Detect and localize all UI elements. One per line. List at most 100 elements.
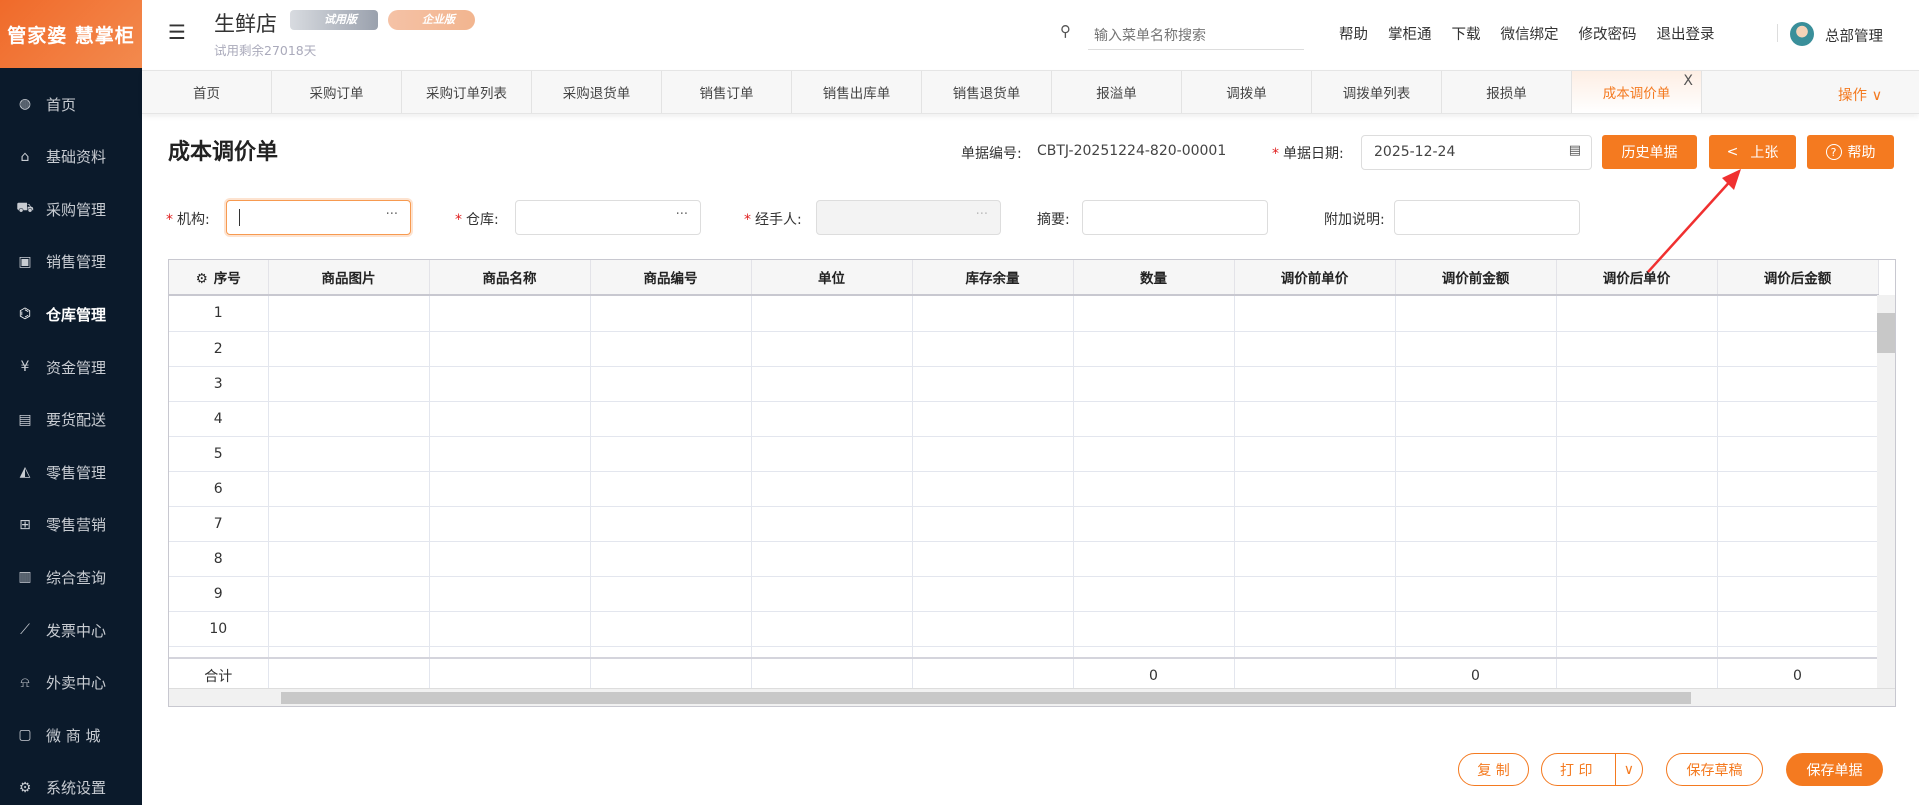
horizontal-scrollbar[interactable]: [169, 688, 1895, 706]
table-cell[interactable]: [1395, 436, 1557, 472]
table-row[interactable]: 4: [169, 401, 1878, 437]
table-cell[interactable]: [1234, 471, 1396, 507]
table-cell[interactable]: [1717, 611, 1878, 647]
table-cell[interactable]: [1073, 401, 1235, 437]
table-cell[interactable]: [1556, 331, 1718, 367]
tab[interactable]: 成本调价单 X: [1572, 71, 1702, 113]
table-cell[interactable]: [1395, 471, 1557, 507]
menu-search-input[interactable]: [1088, 20, 1304, 50]
table-cell[interactable]: [590, 401, 752, 437]
sidebar-item[interactable]: ⚙ 系统设置: [0, 768, 142, 808]
table-cell[interactable]: [590, 366, 752, 402]
table-cell[interactable]: [590, 576, 752, 612]
date-input[interactable]: 2025-12-24 ▤: [1361, 135, 1592, 170]
operate-menu[interactable]: 操作 ∨: [1838, 84, 1882, 105]
table-cell[interactable]: [1073, 471, 1235, 507]
table-cell[interactable]: [1234, 611, 1396, 647]
table-cell[interactable]: [1717, 296, 1878, 332]
sidebar-item[interactable]: ⛟ 采购管理: [0, 189, 142, 229]
copy-button[interactable]: 复 制: [1458, 753, 1529, 786]
tab[interactable]: 销售订单: [662, 71, 792, 113]
table-row[interactable]: 5: [169, 436, 1878, 472]
table-cell[interactable]: [1717, 366, 1878, 402]
note-input[interactable]: [1394, 200, 1580, 235]
table-cell[interactable]: [590, 436, 752, 472]
tab[interactable]: 采购退货单: [532, 71, 662, 113]
header-link[interactable]: 帮助: [1339, 23, 1368, 44]
table-cell[interactable]: [912, 436, 1074, 472]
scroll-thumb[interactable]: [1877, 313, 1895, 353]
table-cell[interactable]: [1395, 366, 1557, 402]
table-cell[interactable]: [268, 646, 430, 657]
table-cell[interactable]: [1395, 576, 1557, 612]
header-link[interactable]: 退出登录: [1657, 23, 1715, 44]
table-cell[interactable]: [590, 506, 752, 542]
table-cell[interactable]: [751, 576, 913, 612]
tab[interactable]: 报溢单: [1052, 71, 1182, 113]
table-cell[interactable]: [912, 366, 1074, 402]
table-cell[interactable]: [429, 646, 591, 657]
sidebar-item[interactable]: ◭ 零售管理: [0, 452, 142, 492]
table-cell[interactable]: [1234, 576, 1396, 612]
table-cell[interactable]: [1234, 506, 1396, 542]
table-row[interactable]: [169, 646, 1878, 657]
sidebar-item[interactable]: ◍ 首页: [0, 84, 142, 124]
table-cell[interactable]: [1073, 296, 1235, 332]
more-icon[interactable]: ···: [386, 207, 398, 222]
table-cell[interactable]: [751, 366, 913, 402]
table-cell[interactable]: [1395, 401, 1557, 437]
table-cell[interactable]: [1556, 471, 1718, 507]
table-cell[interactable]: [912, 541, 1074, 577]
table-cell[interactable]: [429, 506, 591, 542]
table-cell[interactable]: [1234, 646, 1396, 657]
table-row[interactable]: 8: [169, 541, 1878, 577]
table-cell[interactable]: [751, 401, 913, 437]
table-cell[interactable]: [912, 506, 1074, 542]
header-link[interactable]: 掌柜通: [1388, 23, 1432, 44]
table-cell[interactable]: [429, 296, 591, 332]
table-cell[interactable]: [1234, 436, 1396, 472]
table-cell[interactable]: [1717, 471, 1878, 507]
more-icon[interactable]: ···: [676, 207, 688, 222]
save-draft-button[interactable]: 保存草稿: [1666, 753, 1763, 786]
table-cell[interactable]: [1395, 541, 1557, 577]
table-cell[interactable]: [268, 611, 430, 647]
user-name[interactable]: 总部管理: [1825, 25, 1883, 46]
org-input[interactable]: ···: [226, 200, 411, 235]
table-cell[interactable]: [1073, 646, 1235, 657]
sidebar-item[interactable]: ⟋ 发票中心: [0, 610, 142, 650]
table-row[interactable]: 10: [169, 611, 1878, 647]
table-cell[interactable]: [751, 611, 913, 647]
table-cell[interactable]: [1717, 541, 1878, 577]
table-cell[interactable]: [1234, 366, 1396, 402]
table-cell[interactable]: [1234, 401, 1396, 437]
header-link[interactable]: 微信绑定: [1501, 23, 1559, 44]
close-icon[interactable]: X: [1683, 73, 1693, 89]
sidebar-item[interactable]: ⍾ 外卖中心: [0, 663, 142, 703]
table-cell[interactable]: [429, 436, 591, 472]
table-cell[interactable]: [268, 506, 430, 542]
table-cell[interactable]: [1556, 611, 1718, 647]
calendar-icon[interactable]: ▤: [1569, 143, 1581, 158]
tab[interactable]: 调拨单列表: [1312, 71, 1442, 113]
table-cell[interactable]: [912, 401, 1074, 437]
warehouse-input[interactable]: ···: [515, 200, 701, 235]
table-cell[interactable]: [1395, 506, 1557, 542]
sidebar-item[interactable]: ▢ 微 商 城: [0, 715, 142, 755]
table-cell[interactable]: [590, 646, 752, 657]
table-cell[interactable]: [429, 331, 591, 367]
save-button[interactable]: 保存单据: [1786, 753, 1883, 786]
table-cell[interactable]: [751, 506, 913, 542]
table-row[interactable]: 3: [169, 366, 1878, 402]
table-cell[interactable]: [268, 331, 430, 367]
table-cell[interactable]: [1395, 646, 1557, 657]
sidebar-item[interactable]: ⌂ 基础资料: [0, 137, 142, 177]
table-cell[interactable]: [590, 471, 752, 507]
table-cell[interactable]: [751, 331, 913, 367]
table-cell[interactable]: [590, 331, 752, 367]
table-cell[interactable]: [1556, 541, 1718, 577]
table-cell[interactable]: [590, 611, 752, 647]
table-cell[interactable]: [912, 471, 1074, 507]
table-cell[interactable]: [912, 646, 1074, 657]
sidebar-item[interactable]: ⊞ 零售营销: [0, 505, 142, 545]
